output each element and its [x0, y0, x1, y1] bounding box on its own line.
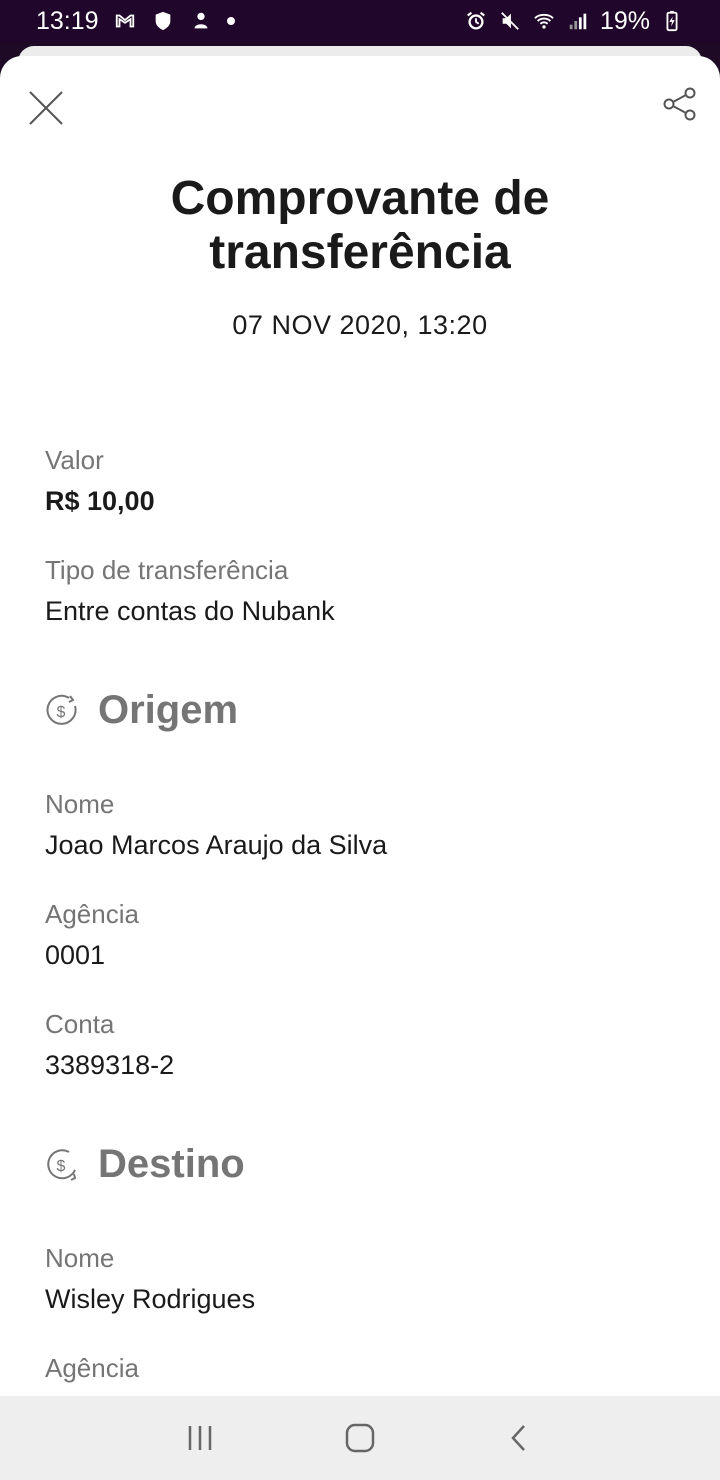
- status-left: 13:19: [36, 7, 235, 36]
- origem-nome-label: Nome: [45, 789, 115, 819]
- back-button[interactable]: [500, 1418, 540, 1458]
- section-destino-title: Destino: [98, 1142, 245, 1186]
- money-in-icon: $: [47, 1148, 77, 1181]
- battery-charging-icon: [660, 9, 684, 33]
- close-button[interactable]: [24, 86, 68, 130]
- destino-nome-value: Wisley Rodrigues: [45, 1284, 256, 1314]
- valor-value: R$ 10,00: [45, 486, 155, 516]
- transfer-datetime: 07 NOV 2020, 13:20: [232, 310, 488, 340]
- status-time: 13:19: [36, 6, 99, 35]
- field-destino-agencia: Agência: [45, 1352, 139, 1384]
- svg-text:$: $: [57, 704, 66, 721]
- section-origem-title: Origem: [98, 688, 239, 732]
- section-origem: $ Origem: [44, 688, 238, 733]
- back-icon: [511, 1425, 525, 1451]
- field-tipo-transferencia: Tipo de transferência Entre contas do Nu…: [45, 554, 335, 628]
- origem-agencia-label: Agência: [45, 899, 139, 929]
- page-title-line-2: transferência: [209, 226, 511, 279]
- origem-nome-value: Joao Marcos Araujo da Silva: [45, 830, 388, 860]
- destino-agencia-label: Agência: [45, 1353, 139, 1383]
- system-navigation-bar: [0, 1396, 720, 1480]
- tipo-label: Tipo de transferência: [45, 555, 289, 585]
- field-origem-nome: Nome Joao Marcos Araujo da Silva: [45, 788, 387, 862]
- origem-conta-label: Conta: [45, 1009, 115, 1039]
- close-icon: [29, 91, 63, 125]
- battery-percent: 19%: [599, 6, 650, 35]
- gmail-icon: [113, 9, 137, 33]
- shield-icon: [151, 9, 175, 33]
- alarm-icon: [464, 9, 488, 33]
- field-destino-nome: Nome Wisley Rodrigues: [45, 1242, 255, 1316]
- valor-label: Valor: [45, 445, 104, 475]
- recent-apps-button[interactable]: [180, 1418, 220, 1458]
- field-origem-agencia: Agência 0001: [45, 898, 139, 972]
- tipo-value: Entre contas do Nubank: [45, 596, 335, 626]
- origem-conta-value: 3389318-2: [45, 1050, 175, 1080]
- receipt-sheet: Comprovante de transferência 07 NOV 2020…: [0, 56, 720, 1396]
- more-notifications-dot: [226, 17, 235, 25]
- money-out-icon: $: [46, 694, 77, 725]
- mute-icon: [498, 9, 522, 33]
- recent-apps-icon: [188, 1426, 212, 1450]
- share-icon: [663, 87, 696, 121]
- signal-icon: [566, 9, 590, 33]
- home-icon: [345, 1423, 375, 1453]
- origem-agencia-value: 0001: [45, 940, 106, 970]
- page-title: Comprovante de transferência: [0, 172, 720, 280]
- svg-text:$: $: [57, 1158, 66, 1175]
- home-button[interactable]: [340, 1418, 380, 1458]
- field-valor: Valor R$ 10,00: [45, 444, 155, 518]
- share-button[interactable]: [662, 86, 698, 122]
- field-origem-conta: Conta 3389318-2: [45, 1008, 174, 1082]
- wifi-icon: [532, 9, 556, 33]
- section-destino: $ Destino: [44, 1142, 245, 1187]
- destino-nome-label: Nome: [45, 1243, 115, 1273]
- notification-app-icon: [189, 9, 213, 33]
- page-title-line-1: Comprovante de: [170, 172, 550, 225]
- status-bar: 13:19 19%: [0, 0, 720, 42]
- status-right: 19%: [464, 7, 684, 36]
